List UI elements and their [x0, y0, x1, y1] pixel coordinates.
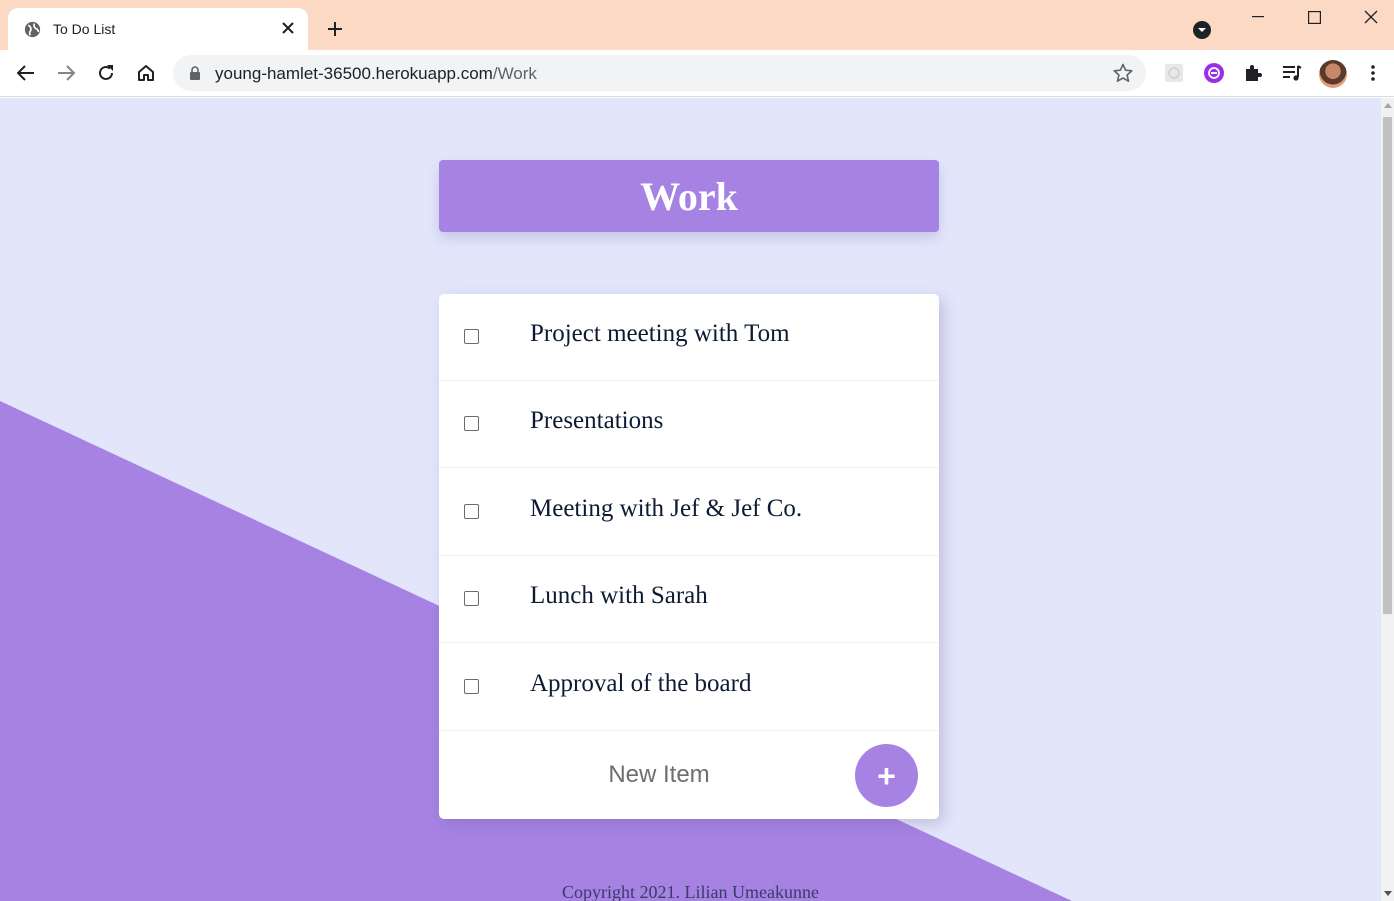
forward-icon[interactable]	[54, 61, 78, 85]
globe-icon	[24, 21, 41, 38]
page-title: Work	[640, 173, 738, 219]
todo-item-label: Presentations	[530, 407, 664, 434]
profile-avatar[interactable]	[1319, 60, 1347, 88]
url-path: /Work	[492, 64, 537, 83]
add-item-button[interactable]: +	[855, 744, 918, 807]
todo-item: Project meeting with Tom	[439, 294, 939, 381]
todo-checkbox[interactable]	[464, 679, 479, 694]
back-icon[interactable]	[14, 61, 38, 85]
browser-toolbar: young-hamlet-36500.herokuapp.com/Work	[0, 50, 1394, 97]
new-item-input[interactable]	[559, 757, 759, 793]
url-text[interactable]: young-hamlet-36500.herokuapp.com/Work	[215, 64, 537, 84]
tab-search-icon[interactable]	[1192, 20, 1212, 40]
close-window-icon[interactable]	[1359, 6, 1383, 28]
scroll-up-arrow[interactable]	[1384, 103, 1392, 108]
reload-icon[interactable]	[94, 61, 118, 85]
scrollbar-thumb[interactable]	[1383, 117, 1392, 614]
purple-extension-icon[interactable]	[1203, 62, 1225, 84]
browser-tab[interactable]: To Do List	[8, 8, 308, 50]
todo-checkbox[interactable]	[464, 591, 479, 606]
todo-item: Approval of the board	[439, 644, 939, 731]
minimize-icon[interactable]	[1246, 6, 1270, 28]
maximize-icon[interactable]	[1302, 6, 1326, 28]
tab-strip: To Do List	[0, 0, 1394, 50]
new-item-row: +	[439, 731, 939, 819]
scroll-down-arrow[interactable]	[1384, 891, 1392, 896]
lock-icon	[190, 66, 200, 80]
menu-kebab-icon[interactable]	[1362, 62, 1384, 84]
page-scrollbar[interactable]	[1381, 98, 1394, 901]
todo-item-label: Lunch with Sarah	[530, 582, 708, 609]
extension-icon[interactable]	[1163, 62, 1185, 84]
todo-item: Meeting with Jef & Jef Co.	[439, 469, 939, 556]
extensions-puzzle-icon[interactable]	[1242, 62, 1264, 84]
page-viewport: Work Project meeting with Tom Presentati…	[0, 98, 1381, 901]
home-icon[interactable]	[134, 61, 158, 85]
todo-checkbox[interactable]	[464, 504, 479, 519]
close-tab-icon[interactable]	[278, 18, 298, 38]
todo-item-label: Approval of the board	[530, 670, 752, 697]
todo-item-label: Project meeting with Tom	[530, 320, 790, 347]
url-host: young-hamlet-36500.herokuapp.com	[215, 64, 493, 83]
todo-checkbox[interactable]	[464, 416, 479, 431]
footer-copyright: Copyright 2021. Lilian Umeakunne	[562, 882, 819, 901]
media-control-icon[interactable]	[1281, 62, 1303, 84]
todo-card: Project meeting with Tom Presentations M…	[439, 294, 939, 819]
tab-title: To Do List	[53, 21, 116, 37]
new-tab-button[interactable]	[323, 17, 347, 41]
heading-box: Work	[439, 160, 939, 232]
address-bar[interactable]: young-hamlet-36500.herokuapp.com/Work	[173, 55, 1146, 91]
todo-item-label: Meeting with Jef & Jef Co.	[530, 495, 803, 522]
bookmark-star-icon[interactable]	[1113, 63, 1133, 83]
todo-item: Presentations	[439, 381, 939, 468]
todo-checkbox[interactable]	[464, 329, 479, 344]
todo-item: Lunch with Sarah	[439, 556, 939, 643]
